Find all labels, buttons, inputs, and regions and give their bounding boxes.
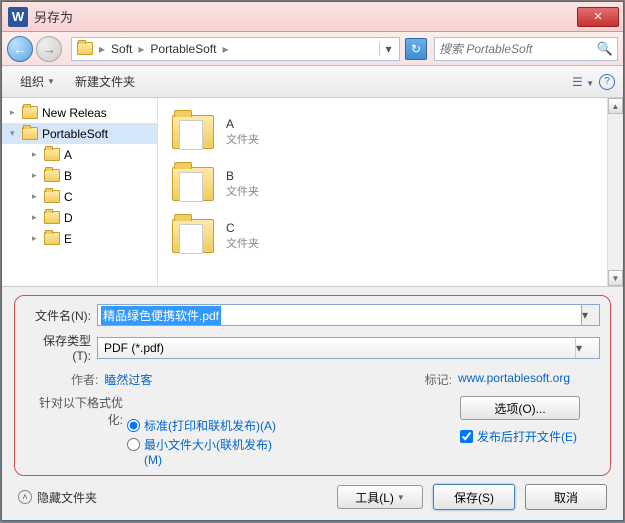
folder-icon <box>44 232 60 245</box>
filename-dropdown[interactable]: ▾ <box>582 304 600 326</box>
close-button[interactable]: ✕ <box>577 7 619 27</box>
scroll-down-button[interactable]: ▼ <box>608 270 623 286</box>
tree-item[interactable]: A <box>2 144 157 165</box>
tree-item-selected[interactable]: PortableSoft <box>2 123 157 144</box>
view-mode-button[interactable]: ☰ ▼ <box>567 72 599 92</box>
radio-input[interactable] <box>127 438 140 451</box>
list-item[interactable]: A文件夹 <box>162 106 619 158</box>
cancel-button[interactable]: 取消 <box>525 484 607 510</box>
folder-icon <box>22 106 38 119</box>
body-area: New Releas PortableSoft A B C D E A文件夹 B… <box>2 98 623 286</box>
optimize-label: 针对以下格式优化: <box>35 394 127 428</box>
hide-folders-toggle[interactable]: ˄ 隐藏文件夹 <box>18 489 97 506</box>
filename-value: 精品绿色便携软件.pdf <box>101 306 221 325</box>
options-button[interactable]: 选项(O)... <box>460 396 580 420</box>
folder-icon <box>77 42 93 55</box>
breadcrumb-seg[interactable]: PortableSoft <box>146 42 220 56</box>
chevron-right-icon: ▸ <box>136 42 146 56</box>
forward-button[interactable]: → <box>36 36 62 62</box>
toolbar: 组织▼ 新建文件夹 ☰ ▼ ? <box>2 66 623 98</box>
tree-item[interactable]: E <box>2 228 157 249</box>
save-button[interactable]: 保存(S) <box>433 484 515 510</box>
tag-label: 标记: <box>425 371 452 388</box>
tree-item[interactable]: D <box>2 207 157 228</box>
search-box[interactable]: 🔍 <box>434 37 618 61</box>
file-list: A文件夹 B文件夹 C文件夹 ▲ ▼ <box>158 98 623 286</box>
filetype-combo[interactable]: PDF (*.pdf) ▾ <box>97 337 600 359</box>
nav-bar: ← → ▸ Soft ▸ PortableSoft ▸ ▾ ↻ 🔍 <box>2 32 623 66</box>
breadcrumb-dropdown[interactable]: ▾ <box>379 42 397 56</box>
tag-value[interactable]: www.portablesoft.org <box>458 371 570 388</box>
filename-label: 文件名(N): <box>25 307 97 324</box>
folder-icon <box>172 219 214 253</box>
chevron-up-icon: ˄ <box>18 490 32 504</box>
folder-icon <box>44 190 60 203</box>
footer-row: ˄ 隐藏文件夹 工具(L)▼ 保存(S) 取消 <box>14 484 611 510</box>
save-as-dialog: W 另存为 ✕ ← → ▸ Soft ▸ PortableSoft ▸ ▾ ↻ … <box>1 1 624 521</box>
organize-menu[interactable]: 组织▼ <box>10 69 65 94</box>
tree-item[interactable]: C <box>2 186 157 207</box>
chevron-right-icon: ▸ <box>97 42 107 56</box>
folder-icon <box>44 148 60 161</box>
tools-menu[interactable]: 工具(L)▼ <box>337 485 423 509</box>
search-icon: 🔍 <box>597 41 613 57</box>
folder-icon <box>44 211 60 224</box>
filetype-value: PDF (*.pdf) <box>104 341 164 355</box>
help-button[interactable]: ? <box>599 74 615 90</box>
scrollbar[interactable]: ▲ ▼ <box>607 98 623 286</box>
back-button[interactable]: ← <box>7 36 33 62</box>
checkbox-input[interactable] <box>460 430 473 443</box>
tree-item[interactable]: New Releas <box>2 102 157 123</box>
folder-icon <box>22 127 38 140</box>
refresh-button[interactable]: ↻ <box>405 38 427 60</box>
titlebar: W 另存为 ✕ <box>2 2 623 32</box>
search-input[interactable] <box>439 42 597 56</box>
word-icon: W <box>8 7 28 27</box>
chevron-down-icon: ▾ <box>575 338 593 358</box>
breadcrumb-seg[interactable]: Soft <box>107 42 136 56</box>
scroll-up-button[interactable]: ▲ <box>608 98 623 114</box>
chevron-right-icon: ▸ <box>220 42 230 56</box>
folder-icon <box>172 115 214 149</box>
list-item[interactable]: C文件夹 <box>162 210 619 262</box>
open-after-checkbox[interactable]: 发布后打开文件(E) <box>460 428 580 445</box>
radio-minimum[interactable]: 最小文件大小(联机发布)(M) <box>127 436 284 467</box>
radio-input[interactable] <box>127 419 140 432</box>
author-label: 作者: <box>71 371 98 388</box>
author-value[interactable]: 瞌然过客 <box>104 371 152 388</box>
highlighted-region: 文件名(N): 精品绿色便携软件.pdf ▾ 保存类型(T): PDF (*.p… <box>14 295 611 476</box>
list-item[interactable]: B文件夹 <box>162 158 619 210</box>
radio-standard[interactable]: 标准(打印和联机发布)(A) <box>127 417 284 434</box>
tree-item[interactable]: B <box>2 165 157 186</box>
new-folder-button[interactable]: 新建文件夹 <box>65 69 145 94</box>
folder-icon <box>172 167 214 201</box>
filetype-label: 保存类型(T): <box>25 332 97 363</box>
folder-tree: New Releas PortableSoft A B C D E <box>2 98 158 286</box>
bottom-panel: 文件名(N): 精品绿色便携软件.pdf ▾ 保存类型(T): PDF (*.p… <box>2 286 623 520</box>
filename-input[interactable]: 精品绿色便携软件.pdf <box>97 304 582 326</box>
window-title: 另存为 <box>34 7 577 26</box>
folder-icon <box>44 169 60 182</box>
breadcrumb[interactable]: ▸ Soft ▸ PortableSoft ▸ ▾ <box>71 37 400 61</box>
